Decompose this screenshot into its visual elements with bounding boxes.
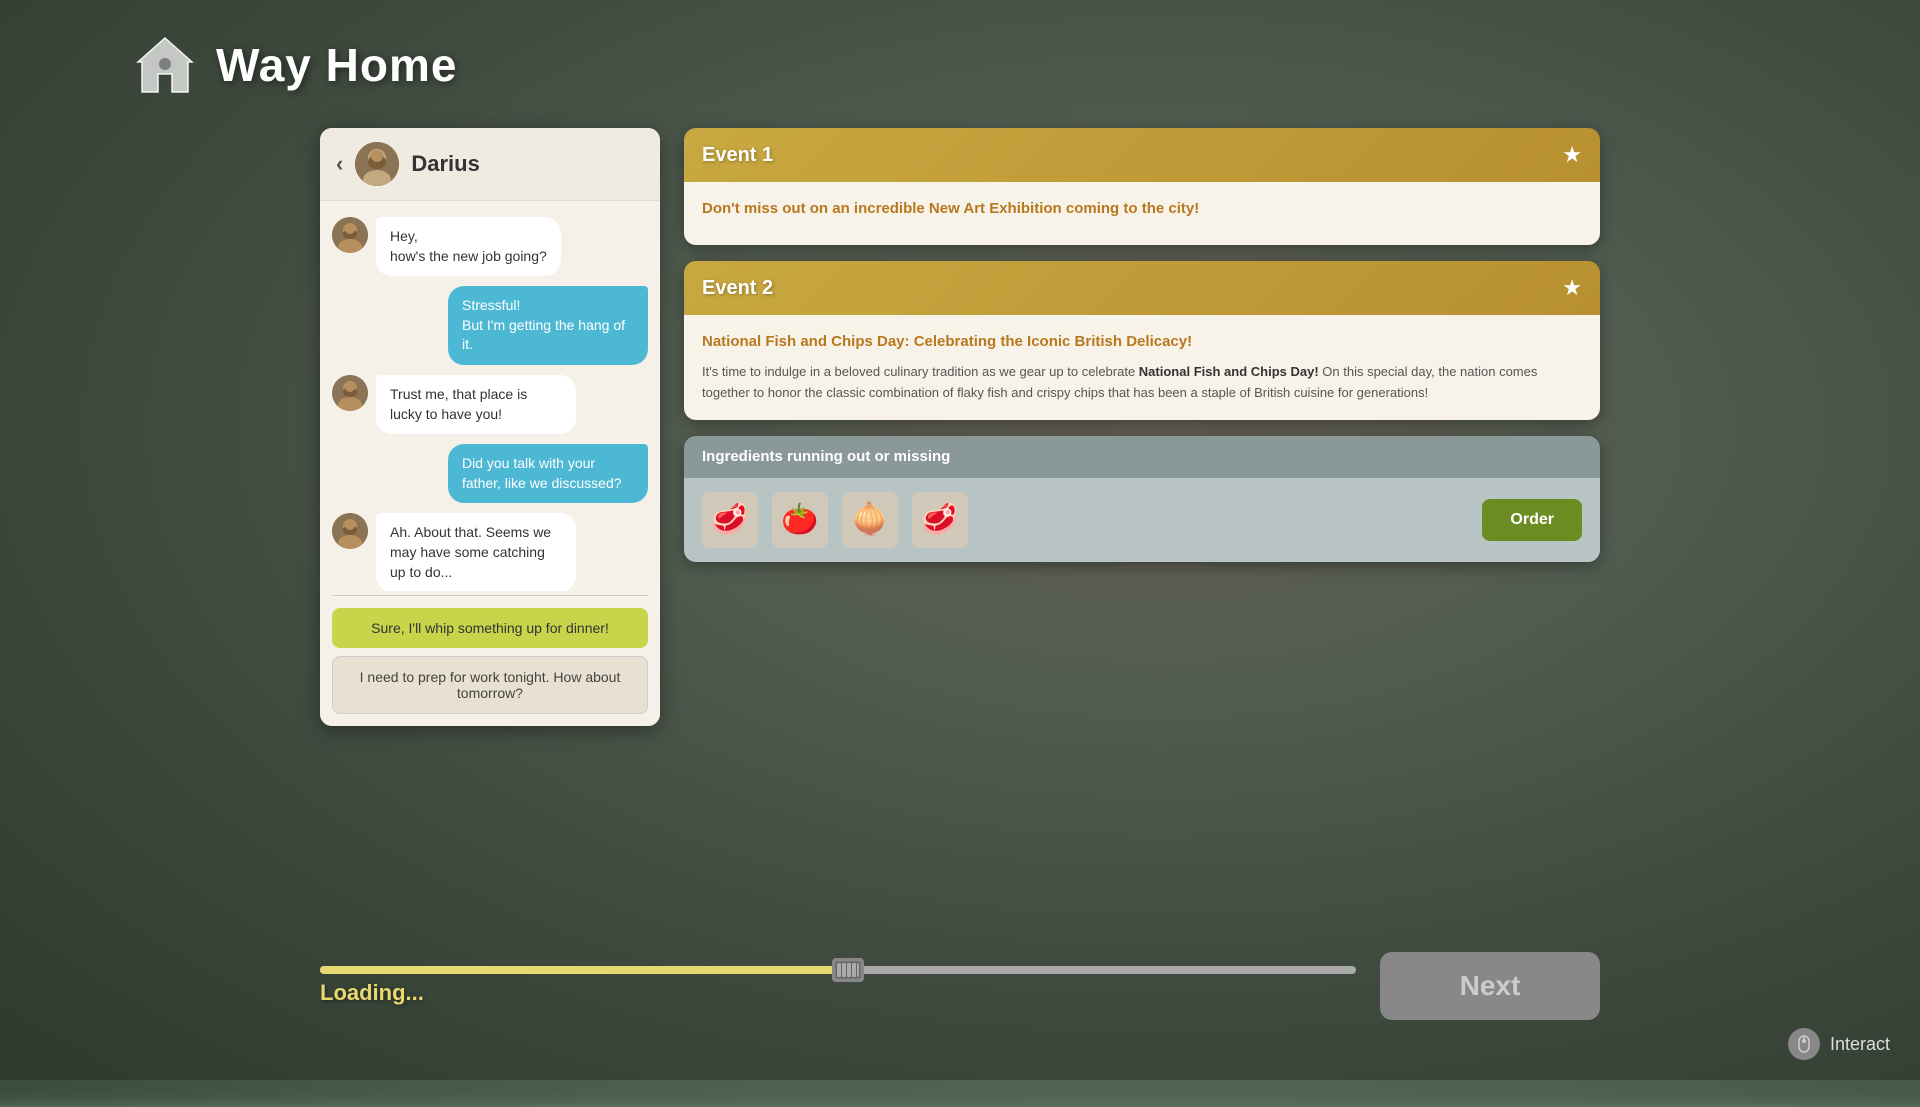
progress-container: Loading... (320, 966, 1356, 1006)
contact-name: Darius (411, 151, 479, 177)
message-avatar (332, 375, 368, 411)
event-2-highlight: National Fish and Chips Day: Celebrating… (702, 331, 1582, 352)
event-2-description: It's time to indulge in a beloved culina… (702, 362, 1582, 404)
message-row: Ah. About that. Seems we may have some c… (332, 513, 648, 591)
chat-messages[interactable]: Hey,how's the new job going? Stressful!B… (320, 201, 660, 591)
event-1-highlight: Don't miss out on an incredible New Art … (702, 198, 1582, 219)
event-1-star-button[interactable]: ★ (1562, 142, 1582, 168)
chat-header: ‹ Darius (320, 128, 660, 201)
event-card-2: Event 2 ★ National Fish and Chips Day: C… (684, 261, 1600, 420)
ingredient-item-4[interactable]: 🥩 (912, 492, 968, 548)
content-area: ‹ Darius (320, 128, 1600, 726)
next-button[interactable]: Next (1380, 952, 1600, 1020)
ingredient-item-1[interactable]: 🥩 (702, 492, 758, 548)
progress-icon (832, 958, 864, 982)
ingredients-header: Ingredients running out or missing (684, 436, 1600, 478)
ingredients-panel: Ingredients running out or missing 🥩 🍅 🧅… (684, 436, 1600, 562)
message-bubble: Trust me, that place is lucky to have yo… (376, 375, 576, 434)
message-bubble: Stressful!But I'm getting the hang of it… (448, 286, 648, 365)
progress-track (320, 966, 1356, 974)
message-bubble: Did you talk with your father, like we d… (448, 444, 648, 503)
message-avatar (332, 217, 368, 253)
interact-mouse-icon (1788, 1028, 1820, 1060)
progress-fill (320, 966, 848, 974)
ingredients-title: Ingredients running out or missing (702, 448, 950, 465)
interact-area: Interact (1788, 1028, 1890, 1060)
header: Way Home (130, 30, 457, 100)
ingredient-item-3[interactable]: 🧅 (842, 492, 898, 548)
event-1-body: Don't miss out on an incredible New Art … (684, 182, 1600, 245)
event-1-header: Event 1 ★ (684, 128, 1600, 182)
message-avatar (332, 513, 368, 549)
events-panel: Event 1 ★ Don't miss out on an incredibl… (684, 128, 1600, 726)
message-row: Did you talk with your father, like we d… (332, 444, 648, 503)
message-bubble: Hey,how's the new job going? (376, 217, 561, 276)
message-row: Trust me, that place is lucky to have yo… (332, 375, 648, 434)
chat-divider (332, 595, 648, 596)
event-2-header: Event 2 ★ (684, 261, 1600, 315)
bottom-area: Loading... Next (320, 952, 1600, 1020)
response-button-1[interactable]: Sure, I'll whip something up for dinner! (332, 608, 648, 648)
message-bubble: Ah. About that. Seems we may have some c… (376, 513, 576, 591)
event-card-1: Event 1 ★ Don't miss out on an incredibl… (684, 128, 1600, 245)
chat-panel: ‹ Darius (320, 128, 660, 726)
ingredients-body: 🥩 🍅 🧅 🥩 Order (684, 478, 1600, 562)
home-icon (130, 30, 200, 100)
interact-label[interactable]: Interact (1830, 1034, 1890, 1055)
event-2-star-button[interactable]: ★ (1562, 275, 1582, 301)
loading-text: Loading... (320, 980, 1356, 1006)
order-button[interactable]: Order (1482, 499, 1582, 541)
contact-avatar (355, 142, 399, 186)
back-button[interactable]: ‹ (336, 151, 343, 177)
ingredient-item-2[interactable]: 🍅 (772, 492, 828, 548)
response-button-2[interactable]: I need to prep for work tonight. How abo… (332, 656, 648, 714)
event-2-title: Event 2 (702, 277, 773, 300)
chat-responses: Sure, I'll whip something up for dinner!… (320, 600, 660, 726)
event-1-title: Event 1 (702, 144, 773, 167)
message-row: Hey,how's the new job going? (332, 217, 648, 276)
message-row: Stressful!But I'm getting the hang of it… (332, 286, 648, 365)
event-2-body: National Fish and Chips Day: Celebrating… (684, 315, 1600, 420)
app-title: Way Home (216, 38, 457, 92)
